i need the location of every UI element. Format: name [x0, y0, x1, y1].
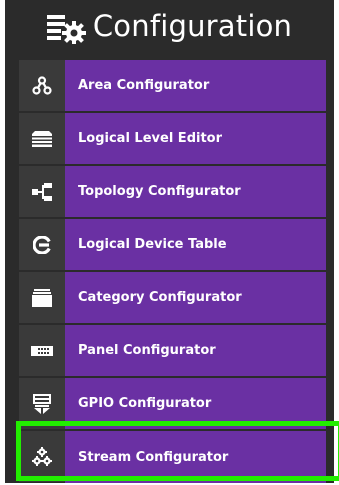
panel-header: Configuration	[5, 0, 334, 52]
menu-item-logical-device-table[interactable]: Logical Device Table	[19, 219, 326, 270]
logical-device-icon	[19, 219, 65, 270]
area-network-icon	[19, 60, 65, 111]
gpio-icon	[19, 378, 65, 429]
menu-item-label: Stream Configurator	[65, 431, 326, 483]
panel-icon	[19, 325, 65, 376]
menu-item-label: GPIO Configurator	[65, 378, 326, 429]
menu-item-label: Category Configurator	[65, 272, 326, 323]
configuration-panel: Configuration Area Configurator Logical …	[5, 0, 339, 485]
menu-item-label: Area Configurator	[65, 60, 326, 111]
page-title: Configuration	[92, 9, 293, 43]
menu-item-label: Logical Level Editor	[65, 113, 326, 164]
menu-item-topology-configurator[interactable]: Topology Configurator	[19, 166, 326, 217]
menu-item-label: Logical Device Table	[65, 219, 326, 270]
menu-item-stream-configurator[interactable]: Stream Configurator	[19, 431, 326, 483]
layers-icon	[19, 113, 65, 164]
configuration-gears-icon	[46, 12, 87, 45]
category-icon	[19, 272, 65, 323]
menu-item-label: Panel Configurator	[65, 325, 326, 376]
menu-item-area-configurator[interactable]: Area Configurator	[19, 60, 326, 111]
configuration-menu: Area Configurator Logical Level Editor T…	[19, 60, 326, 485]
menu-item-gpio-configurator[interactable]: GPIO Configurator	[19, 378, 326, 429]
stream-gears-icon	[19, 431, 65, 482]
menu-item-panel-configurator[interactable]: Panel Configurator	[19, 325, 326, 376]
menu-item-logical-level-editor[interactable]: Logical Level Editor	[19, 113, 326, 164]
topology-icon	[19, 166, 65, 217]
menu-item-label: Topology Configurator	[65, 166, 326, 217]
menu-item-category-configurator[interactable]: Category Configurator	[19, 272, 326, 323]
